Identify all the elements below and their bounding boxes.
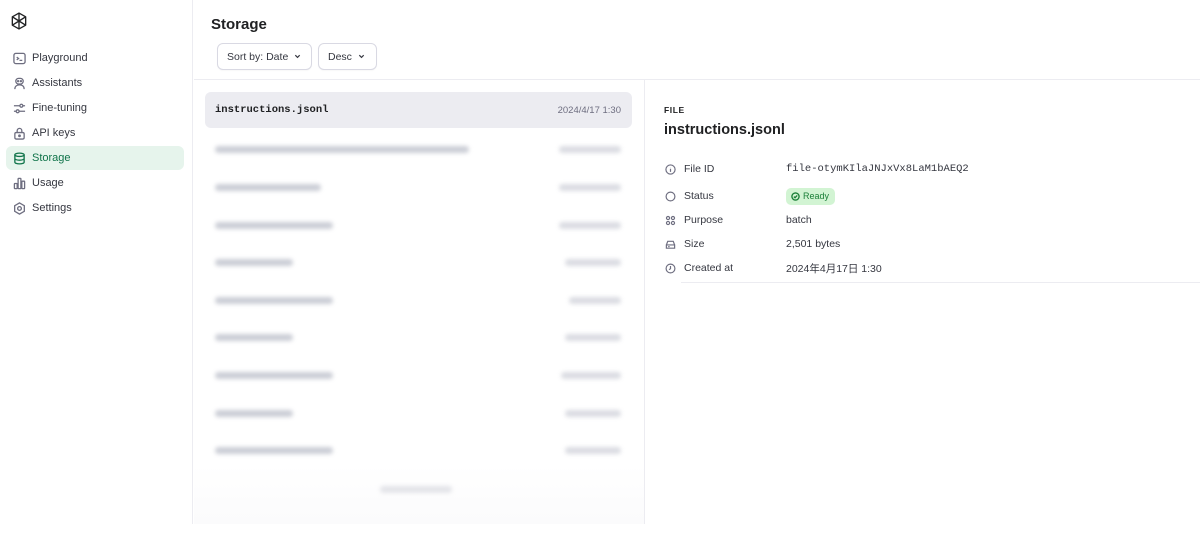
- file-detail-panel: FILE instructions.jsonl File ID file-oty…: [646, 80, 1200, 524]
- terminal-icon: [12, 51, 26, 65]
- sidebar-item-usage[interactable]: Usage: [6, 171, 184, 195]
- blurred-file-date: [565, 446, 621, 454]
- prop-label: Size: [684, 238, 705, 250]
- blurred-file-name: [215, 409, 293, 417]
- prop-purpose: Purpose batch: [664, 211, 1184, 229]
- blurred-file-date: [559, 221, 621, 229]
- hard-drive-icon: [664, 238, 676, 250]
- sliders-icon: [12, 101, 26, 115]
- sidebar-item-label: Settings: [32, 202, 72, 214]
- page-title: Storage: [211, 16, 267, 33]
- sidebar-item-label: Storage: [32, 152, 71, 164]
- sidebar-item-label: Fine-tuning: [32, 102, 88, 114]
- sidebar-item-fine-tuning[interactable]: Fine-tuning: [6, 96, 184, 120]
- blurred-file-name: [215, 221, 333, 229]
- file-row[interactable]: [205, 395, 632, 431]
- sidebar-item-playground[interactable]: Playground: [6, 46, 184, 70]
- blurred-file-date: [565, 333, 621, 341]
- robot-icon: [12, 76, 26, 90]
- sidebar-item-label: API keys: [32, 127, 76, 139]
- sort-by-label: Sort by: Date: [227, 50, 289, 63]
- sidebar-item-settings[interactable]: Settings: [6, 196, 184, 220]
- detail-divider: [681, 282, 1200, 283]
- blurred-file-date: [559, 183, 621, 191]
- circle-icon: [664, 190, 676, 202]
- status-badge: Ready: [786, 187, 836, 205]
- file-list: instructions.jsonl 2024/4/17 1:30: [194, 80, 645, 524]
- blurred-file-date: [569, 296, 621, 304]
- gear-icon: [12, 201, 26, 215]
- blurred-file-name: [215, 258, 293, 266]
- file-name: instructions.jsonl: [215, 104, 329, 116]
- blurred-file-name: [215, 333, 293, 341]
- load-more-button[interactable]: [380, 486, 452, 493]
- sort-order-dropdown[interactable]: Desc: [318, 43, 377, 70]
- prop-label: Status: [684, 190, 714, 202]
- file-row[interactable]: [205, 432, 632, 468]
- bar-chart-icon: [12, 176, 26, 190]
- sidebar-item-storage[interactable]: Storage: [6, 146, 184, 170]
- prop-label: Created at: [684, 262, 734, 274]
- purpose-value: batch: [786, 214, 812, 226]
- file-row[interactable]: [205, 207, 632, 243]
- sort-order-label: Desc: [328, 50, 352, 63]
- blurred-file-name: [215, 446, 333, 454]
- grid-icon: [664, 214, 676, 226]
- database-icon: [12, 151, 26, 165]
- sidebar-item-api-keys[interactable]: API keys: [6, 121, 184, 145]
- prop-file-id: File ID file-otymKIlaJNJxVx8LaM1bAEQ2: [664, 160, 1184, 178]
- sidebar: Playground Assistants Fine-tuning API ke…: [0, 0, 193, 524]
- lock-icon: [12, 126, 26, 140]
- blurred-file-name: [215, 183, 321, 191]
- blurred-file-date: [565, 409, 621, 417]
- blurred-file-date: [559, 145, 621, 153]
- file-row-selected[interactable]: instructions.jsonl 2024/4/17 1:30: [205, 92, 632, 128]
- detail-kicker: FILE: [664, 105, 685, 115]
- prop-label: Purpose: [684, 214, 724, 226]
- prop-status: Status Ready: [664, 187, 1184, 205]
- blurred-file-name: [215, 371, 333, 379]
- info-icon: [664, 163, 676, 175]
- file-id-value[interactable]: file-otymKIlaJNJxVx8LaM1bAEQ2: [786, 163, 969, 175]
- file-date: 2024/4/17 1:30: [557, 104, 621, 116]
- sidebar-item-label: Assistants: [32, 77, 83, 89]
- size-value: 2,501 bytes: [786, 238, 841, 250]
- file-row[interactable]: [205, 282, 632, 318]
- sidebar-item-assistants[interactable]: Assistants: [6, 71, 184, 95]
- created-at-value: 2024年4月17日 1:30: [786, 262, 882, 275]
- file-row[interactable]: [205, 169, 632, 205]
- list-fade: [194, 464, 644, 524]
- prop-label: File ID: [684, 163, 715, 175]
- prop-created-at: Created at 2024年4月17日 1:30: [664, 259, 1184, 277]
- blurred-file-name: [215, 296, 333, 304]
- blurred-file-date: [561, 371, 621, 379]
- chevron-down-icon: [358, 54, 365, 59]
- prop-size: Size 2,501 bytes: [664, 235, 1184, 253]
- file-row[interactable]: [205, 319, 632, 355]
- check-circle-icon: [791, 191, 800, 201]
- file-row[interactable]: [205, 244, 632, 280]
- sidebar-nav: Playground Assistants Fine-tuning API ke…: [6, 46, 184, 221]
- detail-title: instructions.jsonl: [664, 122, 785, 138]
- status-value: Ready: [803, 191, 830, 201]
- openai-logo-icon[interactable]: [9, 11, 29, 31]
- blurred-file-name: [215, 145, 469, 153]
- sort-by-dropdown[interactable]: Sort by: Date: [217, 43, 312, 70]
- sidebar-item-label: Playground: [32, 52, 88, 64]
- sidebar-item-label: Usage: [32, 177, 64, 189]
- file-row[interactable]: [205, 357, 632, 393]
- file-row[interactable]: [205, 131, 632, 167]
- clock-icon: [664, 262, 676, 274]
- blurred-file-date: [565, 258, 621, 266]
- chevron-down-icon: [295, 54, 301, 59]
